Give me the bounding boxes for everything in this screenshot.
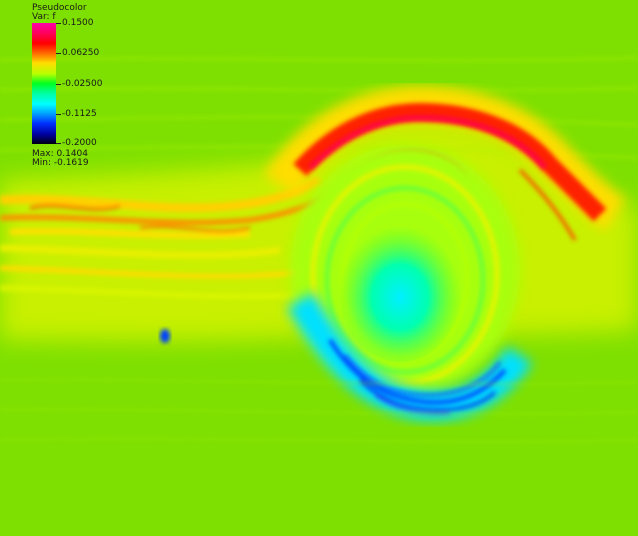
colorbar-tick (56, 53, 61, 54)
colorbar-tick (56, 114, 61, 115)
colorbar-tick-label: -0.2000 (62, 138, 97, 148)
legend-variable: Var: f (32, 12, 56, 22)
colorbar-tick-label: 0.1500 (62, 18, 94, 28)
colorbar-tick (56, 84, 61, 85)
colorbar (32, 23, 56, 144)
vortex-core (338, 218, 462, 362)
visualization-window: Pseudocolor Var: f 0.1500 0.06250 -0.025… (0, 0, 638, 536)
legend-min-value: Min: -0.1619 (32, 158, 89, 168)
colorbar-tick-label: -0.02500 (62, 79, 103, 89)
colorbar-tick (56, 23, 61, 24)
colorbar-tick-label: -0.1125 (62, 109, 97, 119)
colorbar-tick-label: 0.06250 (62, 48, 100, 58)
colorbar-tick (56, 143, 61, 144)
small-vortex-blob (160, 329, 170, 343)
